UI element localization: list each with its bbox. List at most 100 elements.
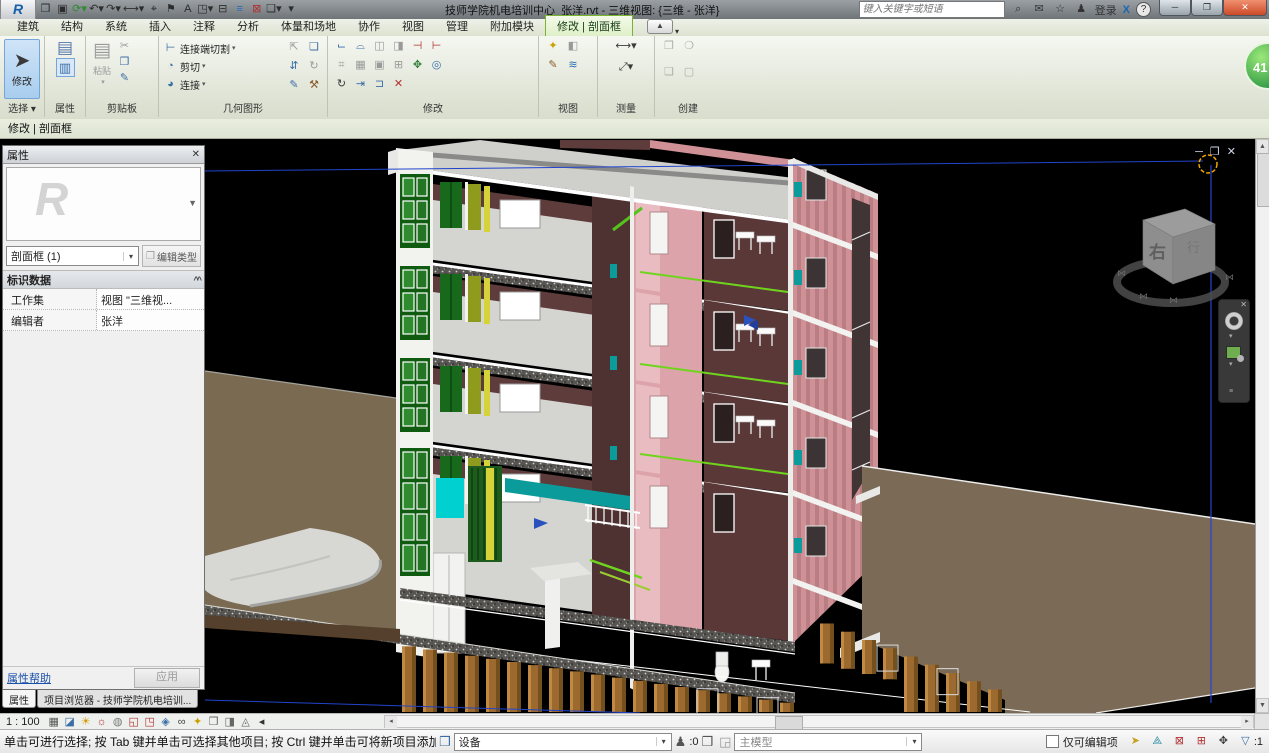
signin-label[interactable]: 登录 [1095,2,1117,18]
design-options-icon[interactable]: ❒ [702,734,714,750]
create-parts-icon[interactable]: ❍ [679,39,699,54]
split-with-gap-icon[interactable]: ⊢ [427,39,446,54]
worksharing-display-icon[interactable]: ❒ [207,715,221,729]
join-geometry-button[interactable]: ◕连接▾ [163,75,206,93]
tab-0[interactable]: 建筑 [6,16,50,36]
navigation-bar[interactable]: ✕ ▾ ▾ ≡ [1218,299,1250,403]
signin-person-icon[interactable]: ♟ [1074,2,1089,17]
aligned-dimension-icon[interactable]: ⌖ [146,2,161,17]
move-icon[interactable]: ✥ [408,58,427,73]
switch-windows-icon[interactable]: ❏▾ [266,2,281,17]
expand-icon[interactable]: ◂ [255,715,269,729]
tab-3[interactable]: 插入 [138,16,182,36]
tab-10[interactable]: 附加模块 [479,16,545,36]
filter-icon[interactable]: ▽ [1238,734,1253,749]
type-properties-icon[interactable]: ▥ [56,58,75,77]
reveal-hidden-elements-icon[interactable]: ✦ [191,715,205,729]
scale-icon[interactable]: ▣ [370,58,389,73]
tab-project-browser[interactable]: 项目浏览器 - 技师学院机电培训... [37,690,198,708]
paint-icon[interactable]: ✎ [284,78,304,93]
maximize-button[interactable]: ❐ [1191,0,1223,16]
search-input[interactable] [859,1,1005,18]
select-by-face-toggle-icon[interactable]: ⊞ [1194,734,1209,749]
tab-properties[interactable]: 属性 [2,690,36,708]
communication-center-icon[interactable]: ✉ [1032,2,1047,17]
temporary-view-properties-icon[interactable]: ◨ [223,715,237,729]
scroll-down-icon[interactable]: ▼ [1256,698,1269,713]
scroll-up-icon[interactable]: ▲ [1256,139,1269,154]
edit-type-button[interactable]: ❒ 编辑类型 [142,245,201,267]
select-pinned-toggle-icon[interactable]: ⊠ [1172,734,1187,749]
tab-6[interactable]: 体量和场地 [270,16,347,36]
tab-1[interactable]: 结构 [50,16,94,36]
chevron-down-icon[interactable]: ▼ [188,198,197,208]
redo-icon[interactable]: ↷▾ [106,2,121,17]
paste-label[interactable]: 粘贴 [93,64,111,77]
legend-component-icon[interactable]: ❒ [659,39,679,54]
measure-icon[interactable]: ⟷▾ [123,2,144,17]
editable-only-checkbox[interactable] [1046,735,1059,748]
view-panel-label[interactable]: 视图 [539,103,597,117]
default-3d-view-icon[interactable]: ◳▾ [197,2,213,17]
tab-2[interactable]: 系统 [94,16,138,36]
geometry-panel-label[interactable]: 几何图形 [159,103,327,117]
displace-elements-icon[interactable]: ◧ [563,39,583,54]
contextual-tab[interactable]: 修改 | 剖面框 [545,15,633,36]
view-window-controls[interactable]: ─❐✕ [1195,145,1243,158]
tab-4[interactable]: 注释 [182,16,226,36]
shadows-icon[interactable]: ☼ [95,715,109,729]
rendering-dialog-icon[interactable]: ◍ [111,715,125,729]
clipboard-panel-label[interactable]: 剪贴板 [86,103,158,117]
scroll-left-icon[interactable]: ◂ [385,716,397,728]
view-scale[interactable]: 1 : 100 [6,716,40,728]
select-links-toggle-icon[interactable]: ➤ [1128,734,1143,749]
workset-combo[interactable]: 设备▾ [454,733,672,751]
temporary-hide-isolate-icon[interactable]: ∞ [175,715,189,729]
zoom-arrow-icon[interactable]: ▾ [1229,360,1233,368]
thin-lines-icon[interactable]: ≡ [232,2,247,17]
save-icon[interactable]: ▣ [55,2,70,17]
navbar-menu-icon[interactable]: ≡ [1229,388,1233,395]
crop-view-icon[interactable]: ◱ [127,715,141,729]
drag-on-selection-icon[interactable]: ✥ [1216,734,1231,749]
tag-by-category-icon[interactable]: ⚑ [163,2,178,17]
horizontal-scrollbar[interactable]: ◂ ▸ [384,715,1254,728]
navbar-close-icon[interactable]: ✕ [1240,300,1247,309]
copy-icon[interactable]: ❐ [117,55,132,70]
copy-element-icon[interactable]: ◎ [427,58,446,73]
measure-along-element-icon[interactable]: ⤢▾ [619,60,634,75]
wall-joins-icon[interactable]: ❏ [304,40,324,55]
rotate-icon[interactable]: ↻ [332,77,351,92]
hide-in-view-icon[interactable]: ✦ [543,39,563,54]
apply-button[interactable]: 应用 [134,668,200,688]
measure-panel-label[interactable]: 测量 [598,103,654,117]
properties-palette-icon[interactable]: ▤ [57,39,74,56]
create-assembly-icon[interactable]: ❏ [659,65,679,80]
match-type-icon[interactable]: ✎ [117,71,132,86]
open-file-icon[interactable]: ❒ [38,2,53,17]
modify-button[interactable]: ➤ 修改 [4,39,40,99]
pin-icon[interactable]: ⊞ [389,58,408,73]
cope-button[interactable]: ⊢连接端切割▾ [163,39,236,57]
delete-icon[interactable]: ✕ [389,77,408,92]
ribbon-minimize-toggle[interactable]: ▲ [647,19,673,34]
linework-icon[interactable]: ✎ [543,58,563,73]
vertical-scrollbar[interactable]: ▲ ▼ [1255,139,1269,713]
properties-title-bar[interactable]: 属性 ✕ [3,146,204,164]
editing-requests-icon[interactable]: ♟ [675,734,687,750]
zoom-icon[interactable] [1226,346,1241,359]
select-underlay-toggle-icon[interactable]: ⟁ [1150,734,1165,749]
collapse-chevron-icon[interactable]: ^^ [193,275,200,285]
tab-8[interactable]: 视图 [391,16,435,36]
worksets-icon[interactable]: ❒ [439,734,451,750]
viewcube[interactable]: ⋈⋈⋈⋈右行 [1109,194,1237,314]
property-row[interactable]: 编辑者张洋 [3,310,204,331]
text-icon[interactable]: A [180,2,195,17]
search-icon[interactable]: ⌕ [1011,2,1026,17]
exchange-icon[interactable]: X [1123,4,1130,16]
unjoin-icon[interactable]: ↻ [304,59,324,74]
close-button[interactable]: ✕ [1223,0,1267,16]
align-icon[interactable]: ⌙ [332,39,351,54]
measure-between-refs-icon[interactable]: ⟷▾ [615,39,636,54]
properties-panel-label[interactable]: 属性 [45,103,85,117]
